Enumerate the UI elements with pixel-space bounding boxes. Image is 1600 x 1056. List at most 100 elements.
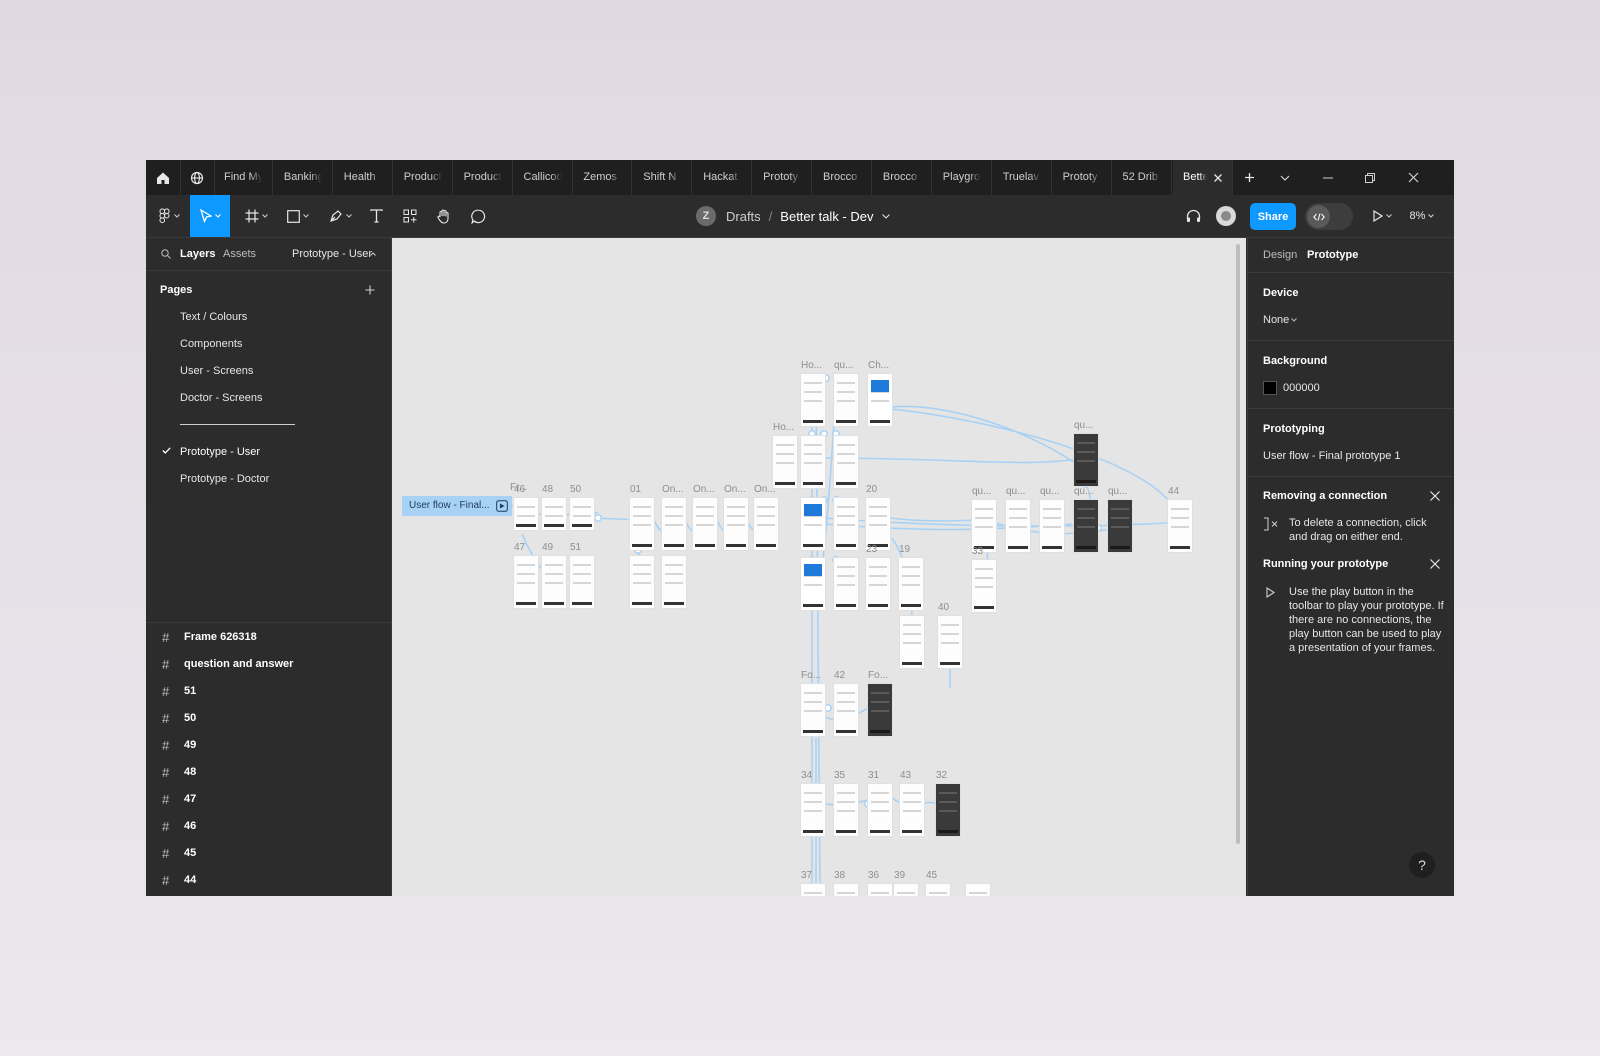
page-item-active[interactable]: Prototype - User — [180, 446, 260, 458]
canvas-frame[interactable] — [570, 556, 594, 608]
chevron-down-icon[interactable] — [1291, 318, 1297, 322]
frame-label[interactable]: 40 — [938, 602, 949, 613]
canvas-frame[interactable] — [801, 784, 825, 836]
frame-label[interactable]: 34 — [801, 770, 812, 781]
canvas-frame[interactable] — [834, 784, 858, 836]
page-item[interactable]: Doctor - Screens — [180, 392, 263, 404]
connection-line[interactable] — [823, 457, 1083, 464]
chevron-down-icon[interactable] — [881, 213, 890, 219]
tab-item[interactable]: Prototy — [753, 160, 813, 195]
canvas-frame[interactable] — [868, 784, 892, 836]
frame-label[interactable]: 51 — [570, 542, 581, 553]
page-item[interactable]: Components — [180, 338, 242, 350]
search-icon[interactable] — [161, 249, 171, 259]
audio-button[interactable] — [1180, 195, 1206, 237]
layer-row[interactable]: #44 — [162, 867, 196, 893]
frame-label[interactable]: 50 — [570, 484, 581, 495]
frame-label[interactable]: qu... — [972, 486, 991, 497]
background-swatch[interactable] — [1263, 381, 1277, 395]
canvas-frame[interactable] — [1168, 500, 1192, 552]
dev-mode-toggle[interactable] — [1305, 203, 1353, 230]
close-icon[interactable] — [1429, 490, 1441, 502]
canvas-frame[interactable] — [894, 884, 918, 896]
home-button[interactable] — [146, 160, 181, 195]
canvas-frame[interactable] — [630, 498, 654, 550]
move-tool[interactable] — [190, 195, 230, 237]
background-hex[interactable]: 000000 — [1283, 381, 1320, 395]
canvas-frame[interactable] — [899, 558, 923, 610]
canvas-frame[interactable] — [834, 436, 858, 488]
canvas-frame[interactable] — [662, 498, 686, 550]
share-button[interactable]: Share — [1250, 203, 1296, 230]
file-name[interactable]: Better talk - Dev — [780, 209, 873, 224]
layer-row[interactable]: #50 — [162, 705, 196, 731]
tab-item[interactable]: Zemos — [573, 160, 633, 195]
help-button[interactable]: ? — [1409, 852, 1435, 878]
frame-label[interactable]: 49 — [542, 542, 553, 553]
comment-tool[interactable] — [464, 195, 492, 237]
canvas-frame[interactable] — [801, 498, 825, 550]
layer-row[interactable]: #51 — [162, 678, 196, 704]
frame-label[interactable]: 47 — [514, 542, 525, 553]
canvas-frame[interactable] — [514, 556, 538, 608]
tab-prototype[interactable]: Prototype — [1307, 249, 1358, 261]
frame-label[interactable]: 23 — [866, 544, 877, 555]
canvas-scrollbar[interactable] — [1236, 244, 1240, 844]
team-avatar[interactable]: Z — [696, 206, 716, 226]
text-tool[interactable] — [362, 195, 390, 237]
flow-starting-point[interactable]: User flow - Final... — [402, 496, 512, 516]
close-tab-button[interactable] — [1213, 160, 1223, 195]
canvas-frame[interactable] — [1074, 500, 1098, 552]
frame-label[interactable]: Fo... — [801, 670, 821, 681]
canvas-frame[interactable] — [630, 556, 654, 608]
canvas-frame[interactable] — [966, 884, 990, 896]
canvas-frame[interactable] — [972, 560, 996, 612]
page-item[interactable]: User - Screens — [180, 365, 253, 377]
frame-label[interactable]: qu... — [1006, 486, 1025, 497]
canvas-frame[interactable] — [834, 558, 858, 610]
canvas[interactable]: Fr... 46 48 50 47 49 51 01 On... On... On... On... H… — [392, 238, 1246, 896]
tab-item[interactable]: Hackat — [693, 160, 753, 195]
canvas-frame[interactable] — [938, 616, 962, 668]
canvas-frame[interactable] — [1108, 500, 1132, 552]
frame-label[interactable]: 20 — [866, 484, 877, 495]
frame-label[interactable]: 44 — [1168, 486, 1179, 497]
canvas-frame[interactable] — [866, 498, 890, 550]
tab-item[interactable]: Truelav — [993, 160, 1052, 195]
frame-label[interactable]: 36 — [868, 870, 879, 881]
frame-label[interactable]: qu... — [1040, 486, 1059, 497]
resources-tool[interactable] — [396, 195, 424, 237]
pen-tool[interactable] — [322, 195, 358, 237]
frame-label[interactable]: qu... — [834, 360, 853, 371]
frame-label[interactable]: 35 — [834, 770, 845, 781]
canvas-frame[interactable] — [693, 498, 717, 550]
canvas-frame[interactable] — [542, 498, 566, 530]
canvas-frame[interactable] — [900, 616, 924, 668]
zoom-control[interactable]: 8% — [1402, 195, 1442, 237]
layer-row[interactable]: # Frame 626318 — [162, 624, 257, 650]
tab-item[interactable]: Find My — [214, 160, 273, 195]
tab-item[interactable]: Health — [334, 160, 393, 195]
canvas-frame[interactable] — [834, 684, 858, 736]
frame-label[interactable]: qu... — [1074, 420, 1093, 431]
tab-item[interactable]: Shift N — [633, 160, 693, 195]
close-icon[interactable] — [1429, 558, 1441, 570]
frame-label[interactable]: On... — [693, 484, 715, 495]
frame-label[interactable]: 01 — [630, 484, 641, 495]
canvas-frame[interactable] — [834, 884, 858, 896]
main-menu-button[interactable] — [154, 195, 184, 237]
frame-label[interactable]: qu... — [1108, 486, 1127, 497]
canvas-frame[interactable] — [1074, 434, 1098, 486]
frame-label[interactable]: 32 — [936, 770, 947, 781]
frame-label[interactable]: Fo... — [868, 670, 888, 681]
canvas-frame[interactable] — [801, 436, 825, 488]
layer-row[interactable]: #45 — [162, 840, 196, 866]
frame-label[interactable]: 45 — [926, 870, 937, 881]
tab-item[interactable]: Brocco — [813, 160, 872, 195]
canvas-frame[interactable] — [514, 498, 538, 530]
current-page-selector[interactable]: Prototype - User — [292, 248, 372, 260]
tab-item[interactable]: Brocco — [873, 160, 932, 195]
canvas-frame[interactable] — [724, 498, 748, 550]
layer-row[interactable]: #47 — [162, 786, 196, 812]
canvas-frame[interactable] — [542, 556, 566, 608]
